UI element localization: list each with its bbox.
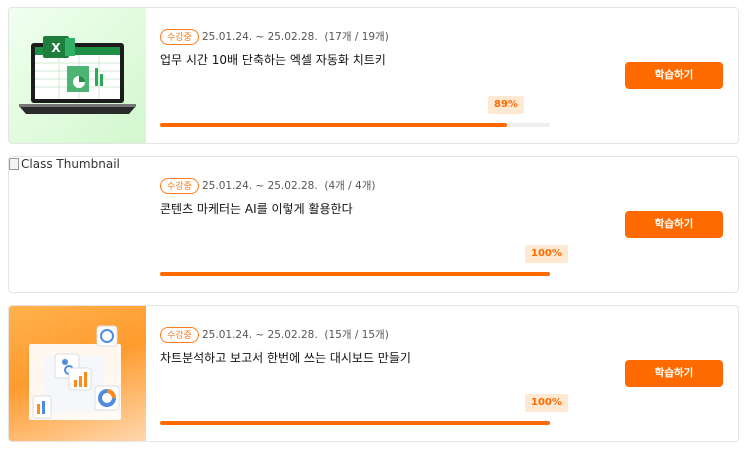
course-period: 25.01.24. ~ 25.02.28. (4개 / 4개) — [202, 180, 376, 192]
progress-bar — [160, 272, 550, 276]
status-badge: 수강중 — [160, 178, 199, 194]
broken-image-placeholder: Class Thumbnail — [9, 157, 120, 171]
course-period: 25.01.24. ~ 25.02.28. (15개 / 15개) — [202, 329, 389, 341]
progress-bar — [160, 421, 550, 425]
course-thumbnail[interactable]: X — [9, 8, 146, 143]
status-badge: 수강중 — [160, 29, 199, 45]
study-button[interactable]: 학습하기 — [625, 211, 723, 238]
broken-image-icon — [9, 158, 19, 170]
progress-fill — [160, 421, 550, 425]
course-title[interactable]: 차트분석하고 보고서 한번에 쓰는 대시보드 만들기 — [160, 350, 411, 366]
progress-fill — [160, 123, 508, 127]
course-card: Class Thumbnail 수강중 25.01.24. ~ 25.02.28… — [8, 156, 739, 293]
progress-fill — [160, 272, 550, 276]
svg-text:X: X — [51, 41, 61, 55]
progress-percent: 100% — [525, 245, 568, 263]
progress-percent: 89% — [488, 96, 524, 114]
course-title[interactable]: 업무 시간 10배 단축하는 엑셀 자동화 치트키 — [160, 52, 386, 68]
progress-percent: 100% — [525, 394, 568, 412]
course-thumbnail[interactable] — [9, 306, 146, 441]
excel-laptop-icon: X — [19, 36, 136, 114]
status-badge: 수강중 — [160, 327, 199, 343]
study-button[interactable]: 학습하기 — [625, 360, 723, 387]
dashboard-charts-icon — [29, 325, 121, 420]
course-thumbnail[interactable]: Class Thumbnail — [9, 157, 146, 292]
course-title[interactable]: 콘텐츠 마케터는 AI를 이렇게 활용한다 — [160, 201, 353, 217]
course-card: X 수강중 25.01.24. ~ 25.02.28. (17개 / 19개) … — [8, 7, 739, 144]
course-period: 25.01.24. ~ 25.02.28. (17개 / 19개) — [202, 31, 389, 43]
course-card: 수강중 25.01.24. ~ 25.02.28. (15개 / 15개) 차트… — [8, 305, 739, 442]
study-button[interactable]: 학습하기 — [625, 62, 723, 89]
progress-bar — [160, 123, 550, 127]
